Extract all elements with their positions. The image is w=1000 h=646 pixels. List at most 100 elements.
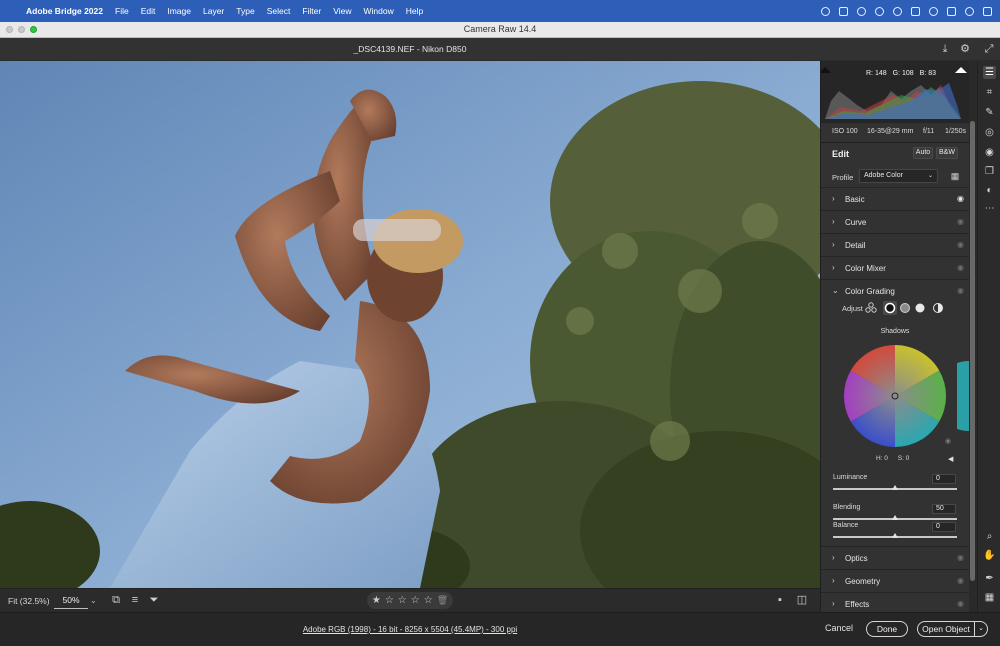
- section-optics[interactable]: › Optics ◉: [821, 546, 969, 569]
- presets-icon[interactable]: ◐: [983, 184, 996, 197]
- bw-button[interactable]: B&W: [936, 147, 958, 159]
- menu-edit[interactable]: Edit: [141, 6, 156, 16]
- status-flag-icon[interactable]: [983, 6, 992, 16]
- blending-slider-thumb[interactable]: [892, 515, 898, 520]
- section-curve[interactable]: › Curve ◉: [821, 210, 969, 233]
- filmstrip-icon[interactable]: ⧉: [109, 593, 123, 607]
- blending-input[interactable]: 50: [932, 504, 956, 514]
- section-basic[interactable]: › Basic ◉: [821, 187, 969, 210]
- shadows-color-wheel[interactable]: [843, 344, 947, 448]
- midtones-mode-icon[interactable]: [900, 303, 910, 313]
- visibility-eye-icon[interactable]: ◉: [957, 217, 964, 226]
- menu-help[interactable]: Help: [406, 6, 423, 16]
- section-color-grading[interactable]: ⌄ Color Grading ◉: [821, 279, 969, 302]
- shadows-mode-icon[interactable]: [883, 301, 897, 315]
- visibility-eye-icon[interactable]: ◉: [957, 263, 964, 272]
- chevron-right-icon: ›: [832, 576, 835, 585]
- visibility-eye-icon[interactable]: ◉: [957, 194, 964, 203]
- menu-layer[interactable]: Layer: [203, 6, 224, 16]
- browse-profiles-icon[interactable]: ▦: [949, 170, 961, 182]
- star-1-icon[interactable]: ★: [372, 595, 381, 606]
- star-4-icon[interactable]: ☆: [411, 595, 420, 606]
- next-wheel-preview[interactable]: [957, 361, 969, 431]
- zoom-tool-icon[interactable]: ⌕: [983, 530, 996, 543]
- balance-input[interactable]: 0: [932, 522, 956, 532]
- workflow-options-link[interactable]: Adobe RGB (1998) - 16 bit - 8256 x 5504 …: [0, 625, 820, 634]
- status-siri-icon[interactable]: [965, 6, 974, 16]
- grid-overlay-icon[interactable]: ▦: [983, 591, 996, 604]
- star-5-icon[interactable]: ☆: [424, 595, 433, 606]
- auto-button[interactable]: Auto: [913, 147, 933, 159]
- section-detail[interactable]: › Detail ◉: [821, 233, 969, 256]
- balance-slider-thumb[interactable]: [892, 533, 898, 538]
- fullscreen-icon[interactable]: ⤢: [982, 42, 996, 56]
- window-title: Camera Raw 14.4: [463, 24, 537, 34]
- more-options-icon[interactable]: ⋯: [983, 202, 996, 215]
- menu-window[interactable]: Window: [363, 6, 393, 16]
- zoom-level-field[interactable]: 50%: [54, 592, 88, 609]
- scrollbar-thumb[interactable]: [970, 121, 975, 581]
- star-3-icon[interactable]: ☆: [398, 595, 407, 606]
- menu-filter[interactable]: Filter: [302, 6, 321, 16]
- menu-file[interactable]: File: [115, 6, 129, 16]
- chevron-right-icon: ›: [832, 217, 835, 226]
- section-geometry[interactable]: › Geometry ◉: [821, 569, 969, 592]
- status-battery-icon[interactable]: [911, 6, 920, 16]
- masking-icon[interactable]: ◎: [983, 126, 996, 139]
- star-rating: ★ ☆ ☆ ☆ ☆ 🗑: [367, 592, 453, 609]
- profile-select[interactable]: Adobe Color ⌄: [859, 169, 938, 183]
- open-object-button[interactable]: Open Object: [917, 621, 975, 637]
- status-play-icon[interactable]: [893, 6, 902, 16]
- luminance-input[interactable]: 0: [932, 474, 956, 484]
- visibility-eye-icon[interactable]: ◉: [957, 576, 964, 585]
- menu-view[interactable]: View: [333, 6, 351, 16]
- healing-brush-icon[interactable]: ✎: [983, 106, 996, 119]
- global-mode-icon[interactable]: [933, 303, 943, 313]
- menu-type[interactable]: Type: [236, 6, 254, 16]
- cancel-button[interactable]: Cancel: [818, 623, 860, 633]
- settings-gear-icon[interactable]: ⚙: [958, 42, 972, 56]
- highlights-mode-icon[interactable]: [915, 303, 925, 313]
- sort-icon[interactable]: ≡: [128, 593, 142, 607]
- done-button[interactable]: Done: [866, 621, 908, 637]
- status-sync-icon[interactable]: [857, 6, 866, 16]
- open-options-chevron-icon[interactable]: ⌄: [974, 621, 988, 637]
- before-after-icon[interactable]: ◫: [795, 593, 809, 607]
- filter-funnel-icon[interactable]: ⏷: [147, 593, 161, 607]
- app-name-menu[interactable]: Adobe Bridge 2022: [26, 6, 103, 16]
- edit-sliders-icon[interactable]: ☰: [983, 66, 996, 79]
- menu-select[interactable]: Select: [267, 6, 291, 16]
- visibility-eye-icon[interactable]: ◉: [957, 599, 964, 608]
- save-image-icon[interactable]: ⤓: [938, 42, 952, 56]
- luminance-slider-thumb[interactable]: [892, 485, 898, 490]
- trash-icon[interactable]: 🗑: [437, 595, 448, 606]
- sampler-tool-icon[interactable]: ✒: [983, 572, 996, 585]
- blue-readout: B: 83: [919, 70, 936, 77]
- section-detail-label: Detail: [845, 241, 866, 250]
- zoom-dropdown-chevron-icon[interactable]: ⌄: [90, 596, 97, 605]
- visibility-eye-icon[interactable]: ◉: [957, 286, 964, 295]
- snapshots-icon[interactable]: ❐: [983, 165, 996, 178]
- section-effects[interactable]: › Effects ◉: [821, 592, 969, 612]
- status-shield-icon[interactable]: [839, 6, 848, 16]
- star-2-icon[interactable]: ☆: [385, 595, 394, 606]
- red-eye-icon[interactable]: ◉: [983, 146, 996, 159]
- wheel-visibility-eye-icon[interactable]: ◉: [945, 437, 951, 445]
- status-app-icon[interactable]: [821, 6, 830, 16]
- menu-image[interactable]: Image: [167, 6, 191, 16]
- crop-icon[interactable]: ⌗: [983, 86, 996, 99]
- image-preview[interactable]: [0, 61, 820, 588]
- edit-panel: R: 148 G: 108 B: 83 ISO 100 16-35@29 mm …: [820, 61, 976, 612]
- panel-scrollbar[interactable]: [969, 61, 976, 612]
- expand-triangle-icon[interactable]: ◀: [948, 455, 953, 463]
- status-control-center-icon[interactable]: [947, 6, 956, 16]
- visibility-eye-icon[interactable]: ◉: [957, 240, 964, 249]
- fit-zoom-button[interactable]: Fit (32.5%): [8, 596, 50, 606]
- visibility-eye-icon[interactable]: ◉: [957, 553, 964, 562]
- section-color-mixer[interactable]: › Color Mixer ◉: [821, 256, 969, 279]
- three-way-mode-icon[interactable]: [865, 302, 877, 313]
- single-view-icon[interactable]: ▪: [773, 593, 787, 607]
- status-wifi-icon[interactable]: [929, 6, 938, 16]
- hand-tool-icon[interactable]: ✋: [983, 549, 996, 562]
- status-clock-icon[interactable]: [875, 6, 884, 16]
